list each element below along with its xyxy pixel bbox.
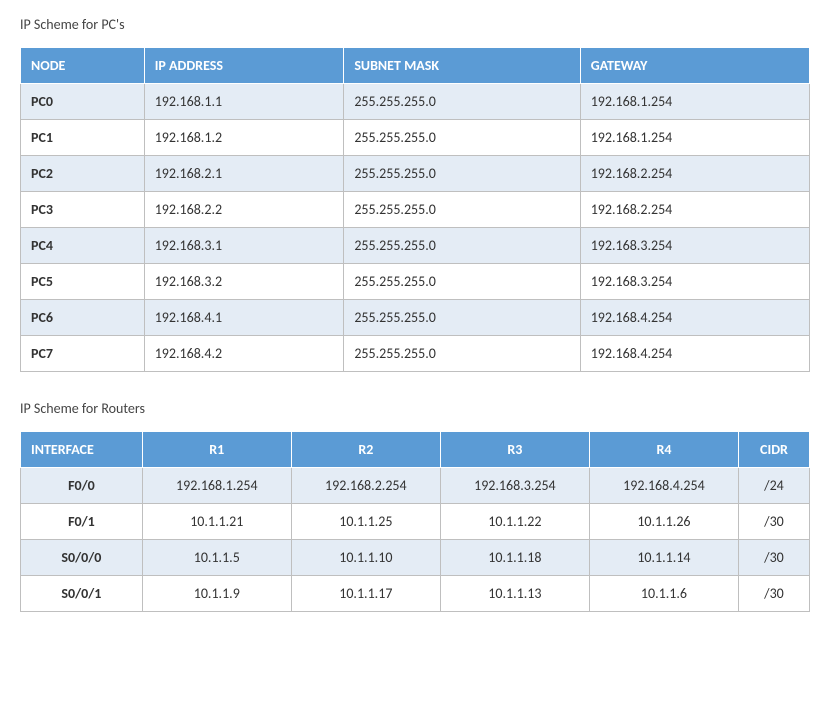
pc-gateway: 192.168.1.254: [580, 84, 809, 120]
table-row: PC7 192.168.4.2 255.255.255.0 192.168.4.…: [21, 336, 810, 372]
pc-header-ip: IP ADDRESS: [144, 48, 344, 84]
table-row: S0/0/0 10.1.1.5 10.1.1.10 10.1.1.18 10.1…: [21, 540, 810, 576]
router-header-cidr: CIDR: [738, 432, 809, 468]
router-cidr: /30: [738, 540, 809, 576]
pc-gateway: 192.168.3.254: [580, 264, 809, 300]
table-row: PC4 192.168.3.1 255.255.255.0 192.168.3.…: [21, 228, 810, 264]
pc-gateway: 192.168.2.254: [580, 192, 809, 228]
pc-mask: 255.255.255.0: [344, 336, 580, 372]
pc-header-mask: SUBNET MASK: [344, 48, 580, 84]
router-r3: 10.1.1.18: [440, 540, 589, 576]
router-r2: 10.1.1.25: [291, 504, 440, 540]
router-r2: 10.1.1.10: [291, 540, 440, 576]
pc-mask: 255.255.255.0: [344, 120, 580, 156]
pc-node: PC3: [21, 192, 145, 228]
pc-ip: 192.168.4.1: [144, 300, 344, 336]
table-row: F0/0 192.168.1.254 192.168.2.254 192.168…: [21, 468, 810, 504]
pc-node: PC1: [21, 120, 145, 156]
router-r1: 10.1.1.5: [142, 540, 291, 576]
router-header-r3: R3: [440, 432, 589, 468]
table-row: F0/1 10.1.1.21 10.1.1.25 10.1.1.22 10.1.…: [21, 504, 810, 540]
router-r2: 10.1.1.17: [291, 576, 440, 612]
table-row: PC6 192.168.4.1 255.255.255.0 192.168.4.…: [21, 300, 810, 336]
pc-header-node: NODE: [21, 48, 145, 84]
router-r1: 10.1.1.9: [142, 576, 291, 612]
router-interface: S0/0/0: [21, 540, 143, 576]
pc-mask: 255.255.255.0: [344, 300, 580, 336]
pc-section-title: IP Scheme for PC's: [20, 16, 810, 33]
router-r4: 10.1.1.6: [589, 576, 738, 612]
pc-gateway: 192.168.4.254: [580, 336, 809, 372]
router-r3: 192.168.3.254: [440, 468, 589, 504]
table-row: PC1 192.168.1.2 255.255.255.0 192.168.1.…: [21, 120, 810, 156]
pc-mask: 255.255.255.0: [344, 156, 580, 192]
pc-gateway: 192.168.3.254: [580, 228, 809, 264]
pc-mask: 255.255.255.0: [344, 264, 580, 300]
router-header-r1: R1: [142, 432, 291, 468]
pc-mask: 255.255.255.0: [344, 228, 580, 264]
pc-ip: 192.168.3.2: [144, 264, 344, 300]
router-interface: S0/0/1: [21, 576, 143, 612]
table-row: S0/0/1 10.1.1.9 10.1.1.17 10.1.1.13 10.1…: [21, 576, 810, 612]
pc-mask: 255.255.255.0: [344, 84, 580, 120]
pc-node: PC7: [21, 336, 145, 372]
pc-node: PC5: [21, 264, 145, 300]
router-r3: 10.1.1.13: [440, 576, 589, 612]
router-header-r4: R4: [589, 432, 738, 468]
router-r3: 10.1.1.22: [440, 504, 589, 540]
pc-ip: 192.168.2.2: [144, 192, 344, 228]
pc-header-gateway: GATEWAY: [580, 48, 809, 84]
pc-ip: 192.168.2.1: [144, 156, 344, 192]
pc-ip: 192.168.4.2: [144, 336, 344, 372]
router-r4: 10.1.1.26: [589, 504, 738, 540]
router-r1: 10.1.1.21: [142, 504, 291, 540]
router-r2: 192.168.2.254: [291, 468, 440, 504]
pc-mask: 255.255.255.0: [344, 192, 580, 228]
router-header-interface: INTERFACE: [21, 432, 143, 468]
pc-ip: 192.168.1.1: [144, 84, 344, 120]
router-interface: F0/0: [21, 468, 143, 504]
router-cidr: /30: [738, 504, 809, 540]
pc-gateway: 192.168.1.254: [580, 120, 809, 156]
router-interface: F0/1: [21, 504, 143, 540]
pc-ip: 192.168.3.1: [144, 228, 344, 264]
router-ip-table: INTERFACE R1 R2 R3 R4 CIDR F0/0 192.168.…: [20, 431, 810, 612]
router-cidr: /24: [738, 468, 809, 504]
pc-ip: 192.168.1.2: [144, 120, 344, 156]
table-row: PC2 192.168.2.1 255.255.255.0 192.168.2.…: [21, 156, 810, 192]
router-header-r2: R2: [291, 432, 440, 468]
table-row: PC0 192.168.1.1 255.255.255.0 192.168.1.…: [21, 84, 810, 120]
pc-node: PC6: [21, 300, 145, 336]
pc-node: PC0: [21, 84, 145, 120]
table-row: PC5 192.168.3.2 255.255.255.0 192.168.3.…: [21, 264, 810, 300]
router-section-title: IP Scheme for Routers: [20, 400, 810, 417]
router-cidr: /30: [738, 576, 809, 612]
router-r4: 192.168.4.254: [589, 468, 738, 504]
router-r4: 10.1.1.14: [589, 540, 738, 576]
pc-gateway: 192.168.4.254: [580, 300, 809, 336]
pc-ip-table: NODE IP ADDRESS SUBNET MASK GATEWAY PC0 …: [20, 47, 810, 372]
router-r1: 192.168.1.254: [142, 468, 291, 504]
pc-node: PC2: [21, 156, 145, 192]
pc-node: PC4: [21, 228, 145, 264]
pc-gateway: 192.168.2.254: [580, 156, 809, 192]
table-row: PC3 192.168.2.2 255.255.255.0 192.168.2.…: [21, 192, 810, 228]
